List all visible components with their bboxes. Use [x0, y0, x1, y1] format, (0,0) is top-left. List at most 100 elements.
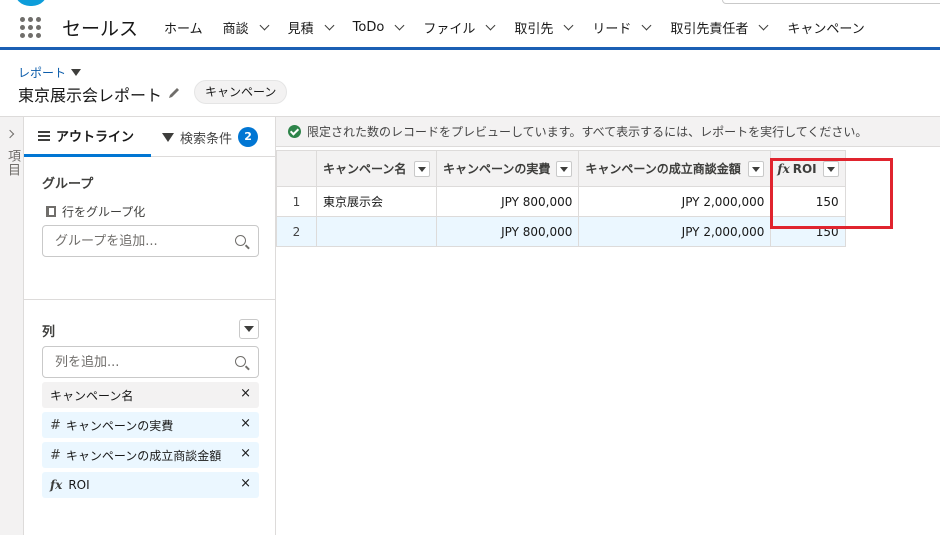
report-page-header: レポート 東京展示会レポート キャンペーン	[0, 53, 940, 117]
nav-item-label: リード	[592, 22, 632, 37]
cell-won: JPY 2,000,000	[578, 186, 772, 217]
column-chip-label: ROI	[68, 478, 90, 492]
nav-item-label: ファイル	[423, 22, 476, 37]
chevron-right-icon[interactable]	[5, 129, 15, 139]
row-group-label: 行をグループ化	[46, 203, 145, 220]
column-menu-icon[interactable]	[556, 160, 573, 177]
columns-menu-button[interactable]	[239, 319, 259, 339]
preview-notice: 限定された数のレコードをプレビューしています。すべて表示するには、レポートを実行…	[276, 117, 940, 147]
nav-item-label: キャンペーン	[787, 22, 865, 37]
nav-item-label: 取引先	[514, 22, 554, 37]
tab-outline[interactable]: アウトライン	[24, 117, 151, 157]
row-number-header	[276, 150, 317, 187]
remove-column-icon[interactable]: ×	[240, 446, 251, 461]
number-field-icon: #	[50, 447, 61, 463]
row-group-label-text: 行をグループ化	[62, 205, 146, 219]
column-search-box	[42, 346, 259, 378]
cell-cost: JPY 800,000	[435, 186, 580, 217]
outline-panel: アウトライン 検索条件 2 グループ 行をグループ化 列 キャンペーン名 × # キャ…	[24, 117, 276, 535]
breadcrumb-dropdown-icon[interactable]	[71, 69, 82, 76]
cell-won: JPY 2,000,000	[578, 216, 772, 247]
column-header-campaign-name[interactable]: キャンペーン名	[316, 150, 437, 187]
nav-item-1[interactable]: 商談	[222, 18, 270, 37]
column-header-roi[interactable]: fx ROI	[770, 150, 846, 187]
column-header-actual-cost[interactable]: キャンペーンの実費	[435, 150, 580, 187]
group-rows-icon	[46, 206, 56, 217]
nav-item-5[interactable]: 取引先	[514, 18, 574, 37]
report-type-badge: キャンペーン	[194, 80, 288, 104]
report-preview: 限定された数のレコードをプレビューしています。すべて表示するには、レポートを実行…	[276, 117, 940, 535]
header-label-roi: fx ROI	[777, 162, 816, 176]
remove-column-icon[interactable]: ×	[240, 476, 251, 491]
success-check-icon	[288, 125, 301, 138]
cell-num: 1	[276, 186, 317, 217]
formula-icon: fx	[50, 478, 63, 492]
fields-rail-label: 項目	[5, 149, 20, 177]
group-search-input[interactable]	[55, 233, 225, 249]
nav-item-label: ToDo	[352, 20, 385, 35]
preview-notice-text: 限定された数のレコードをプレビューしています。すべて表示するには、レポートを実行…	[307, 125, 868, 139]
nav-item-8[interactable]: キャンペーン	[787, 18, 864, 37]
report-table: キャンペーン名 キャンペーンの実費 キャンペーンの成立商談金額 fx ROI 1東…	[276, 150, 846, 247]
group-search-box	[42, 225, 259, 257]
cell-name: 東京展示会	[316, 186, 437, 217]
chevron-down-icon[interactable]	[485, 20, 496, 31]
tab-filters[interactable]: 検索条件 2	[162, 117, 276, 157]
column-chip[interactable]: fx ROI ×	[42, 472, 259, 498]
breadcrumb-label: レポート	[18, 66, 67, 80]
table-row: 2 JPY 800,000 JPY 2,000,000 150	[276, 216, 846, 247]
header-label: キャンペーン名	[323, 162, 407, 176]
cell-roi: 150	[770, 186, 846, 217]
breadcrumb-reports[interactable]: レポート	[18, 64, 82, 81]
nav-item-label: 商談	[222, 22, 249, 37]
panel-tabs: アウトライン 検索条件 2	[24, 117, 276, 157]
remove-column-icon[interactable]: ×	[240, 416, 251, 431]
column-menu-icon[interactable]	[414, 160, 430, 177]
panel-divider	[24, 299, 276, 300]
remove-column-icon[interactable]: ×	[240, 386, 251, 401]
column-menu-icon[interactable]	[748, 160, 765, 177]
filter-count-badge: 2	[238, 127, 259, 147]
app-launcher-icon[interactable]	[18, 16, 42, 40]
nav-item-3[interactable]: ToDo	[352, 20, 405, 35]
header-label: キャンペーンの実費	[443, 162, 551, 176]
column-search-input[interactable]	[55, 354, 225, 370]
search-icon	[235, 235, 246, 246]
column-chip[interactable]: キャンペーン名 ×	[42, 382, 259, 408]
nav-item-0[interactable]: ホーム	[164, 18, 203, 37]
cell-roi: 150	[770, 216, 846, 247]
nav-item-4[interactable]: ファイル	[423, 18, 496, 37]
formula-icon: fx	[777, 161, 790, 176]
column-chip[interactable]: # キャンペーンの実費 ×	[42, 412, 259, 438]
app-name: セールス	[62, 18, 139, 40]
page-title: 東京展示会レポート	[18, 86, 163, 105]
nav-item-label: 見積	[287, 22, 314, 37]
column-header-won-amount[interactable]: キャンペーンの成立商談金額	[578, 150, 772, 187]
chevron-down-icon[interactable]	[758, 20, 769, 31]
number-field-icon: #	[50, 417, 61, 433]
cell-cost: JPY 800,000	[435, 216, 580, 247]
column-chip-label: キャンペーン名	[50, 388, 134, 403]
search-icon	[235, 356, 246, 367]
salesforce-cloud-logo[interactable]	[14, 0, 48, 6]
column-chip-label: キャンペーンの成立商談金額	[65, 448, 222, 463]
table-row: 1 東京展示会 JPY 800,000 JPY 2,000,000 150	[276, 186, 846, 217]
nav-item-7[interactable]: 取引先責任者	[670, 18, 769, 37]
nav-item-6[interactable]: リード	[592, 18, 652, 37]
global-search-box[interactable]	[722, 0, 940, 4]
header-label: キャンペーンの成立商談金額	[585, 162, 741, 176]
chevron-down-icon[interactable]	[324, 20, 335, 31]
column-chip-label: キャンペーンの実費	[65, 418, 174, 433]
chevron-down-icon[interactable]	[259, 20, 270, 31]
column-chip[interactable]: # キャンペーンの成立商談金額 ×	[42, 442, 259, 468]
fields-rail[interactable]: 項目	[0, 117, 24, 535]
nav-item-2[interactable]: 見積	[287, 18, 335, 37]
chevron-down-icon[interactable]	[394, 20, 405, 31]
chevron-down-icon[interactable]	[563, 20, 574, 31]
nav-item-label: ホーム	[164, 22, 203, 37]
column-menu-icon[interactable]	[822, 160, 839, 177]
chevron-down-icon[interactable]	[641, 20, 652, 31]
columns-section-title: 列	[42, 325, 56, 340]
pencil-edit-icon[interactable]	[167, 86, 181, 100]
list-icon	[38, 130, 50, 141]
